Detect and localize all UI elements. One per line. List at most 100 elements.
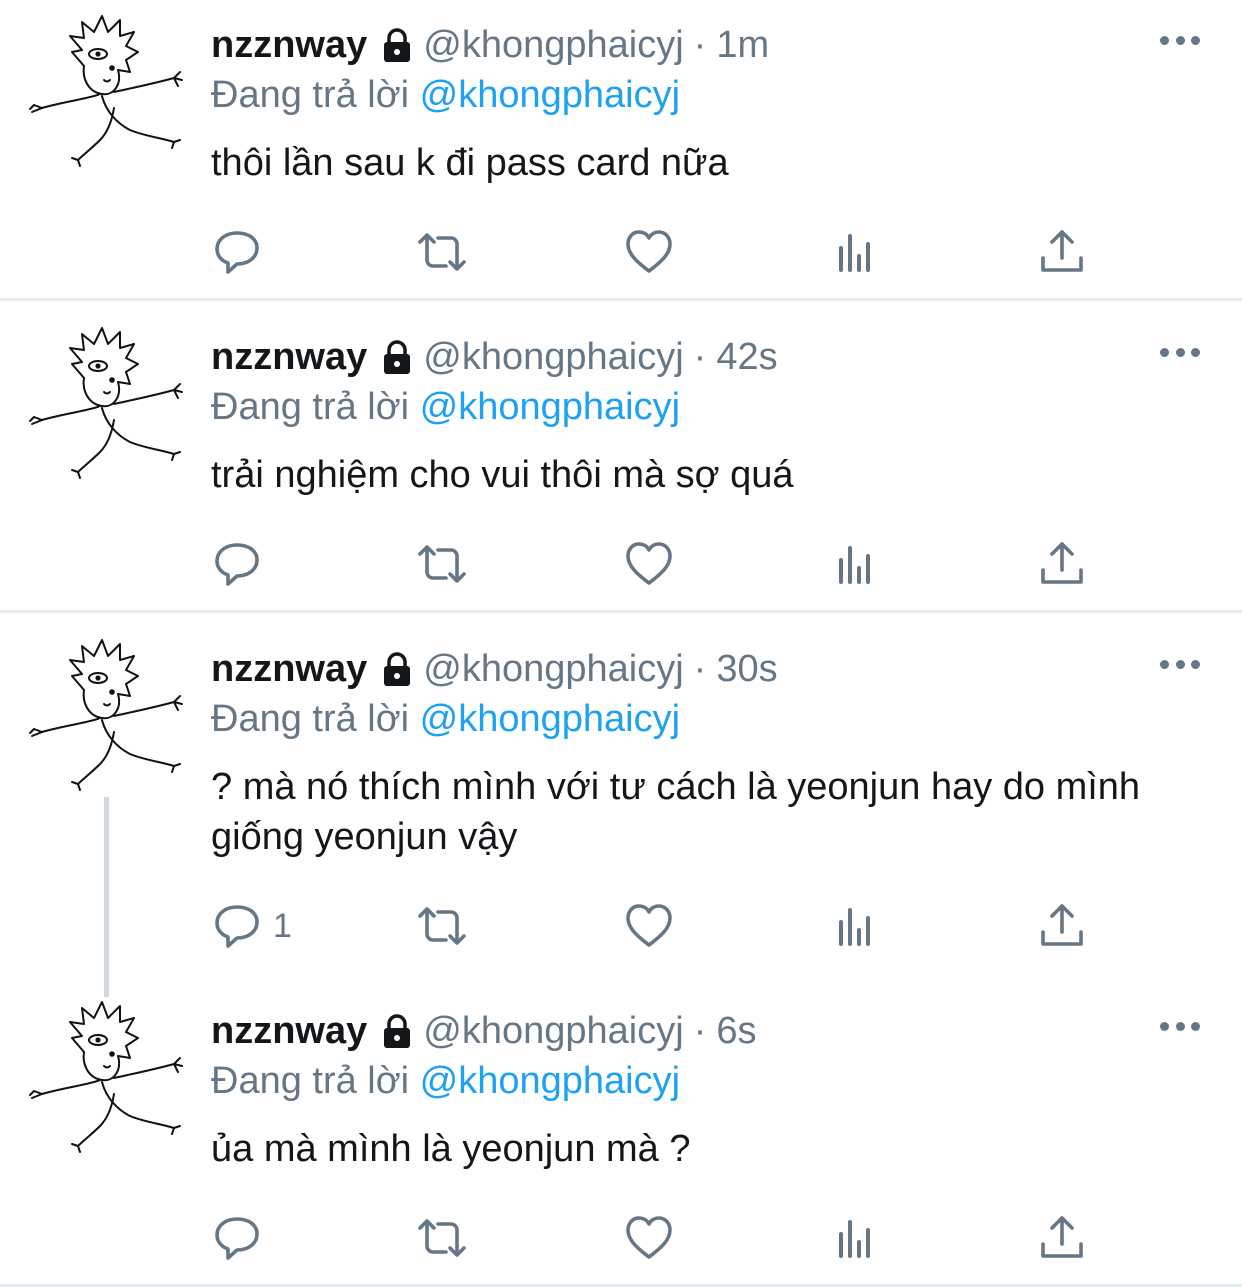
lock-icon [377,25,417,65]
action-bar [211,534,1111,594]
timestamp[interactable]: 42s [716,334,777,380]
reply-context: Đang trả lời @khongphaicyj [211,696,680,742]
reply-context: Đang trả lời @khongphaicyj [211,72,680,118]
tweet-header: nzznway @khongphaicyj · 1m [211,22,769,68]
avatar[interactable] [22,320,187,485]
analytics-button[interactable] [831,896,883,956]
handle[interactable]: @khongphaicyj [423,646,683,692]
tweet-text: ? mà nó thích mình với tư cách là yeonju… [211,766,1141,858]
reply-button[interactable] [211,1208,273,1268]
tweet[interactable]: nzznway @khongphaicyj · 42s Đang trả lời… [0,312,1242,610]
separator-dot: · [693,1010,707,1052]
action-bar [211,222,1111,282]
handle[interactable]: @khongphaicyj [423,1008,683,1054]
heart-icon [626,1216,672,1259]
tweet-text: thôi lần sau k đi pass card nữa [211,142,729,184]
separator-dot: · [693,336,707,378]
heart-icon [626,230,672,273]
reply-count: 1 [273,906,292,945]
retweet-button[interactable] [416,896,468,956]
reply-icon [215,905,259,948]
reply-button[interactable] [211,534,273,594]
display-name[interactable]: nzznway [211,1008,367,1054]
display-name[interactable]: nzznway [211,646,367,692]
share-button[interactable] [1036,1208,1088,1268]
share-button[interactable] [1036,534,1088,594]
like-button[interactable] [623,534,675,594]
timestamp[interactable]: 30s [716,646,777,692]
retweet-icon [418,907,466,945]
like-button[interactable] [623,896,675,956]
timestamp[interactable]: 1m [716,22,769,68]
tweet-text: ủa mà mình là yeonjun mà ? [211,1128,691,1170]
lock-icon [377,337,417,377]
share-button[interactable] [1036,222,1088,282]
more-icon[interactable] [1160,342,1200,362]
like-button[interactable] [623,222,675,282]
tweet-divider [0,1284,1242,1287]
reply-prefix: Đang trả lời [211,74,410,116]
retweet-button[interactable] [416,222,468,282]
tweet-header: nzznway @khongphaicyj · 6s [211,1008,756,1054]
retweet-icon [418,545,466,583]
reply-mention[interactable]: @khongphaicyj [420,698,680,740]
avatar-doodle-icon [29,1001,183,1153]
handle[interactable]: @khongphaicyj [423,334,683,380]
heart-icon [626,904,672,947]
reply-prefix: Đang trả lời [211,1060,410,1102]
action-bar: 1 [211,896,1111,956]
avatar[interactable] [22,994,187,1159]
handle[interactable]: @khongphaicyj [423,22,683,68]
share-icon [1041,542,1083,584]
tweet-text: trải nghiệm cho vui thôi mà sợ quá [211,454,794,496]
tweet-header: nzznway @khongphaicyj · 42s [211,334,778,380]
reply-button[interactable]: 1 [211,896,292,956]
heart-icon [626,542,672,585]
reply-context: Đang trả lời @khongphaicyj [211,384,680,430]
avatar[interactable] [22,8,187,173]
tweet[interactable]: nzznway @khongphaicyj · 6s Đang trả lời … [0,986,1242,1284]
tweet-divider [0,298,1242,301]
share-icon [1041,1216,1083,1258]
reply-button[interactable] [211,222,273,282]
avatar-doodle-icon [29,639,183,791]
display-name[interactable]: nzznway [211,334,367,380]
tweet[interactable]: nzznway @khongphaicyj · 1m Đang trả lời … [0,0,1242,298]
tweet-divider [0,610,1242,613]
reply-mention[interactable]: @khongphaicyj [420,1060,680,1102]
display-name[interactable]: nzznway [211,22,367,68]
like-button[interactable] [623,1208,675,1268]
avatar-doodle-icon [29,15,183,167]
reply-mention[interactable]: @khongphaicyj [420,74,680,116]
retweet-button[interactable] [416,1208,468,1268]
reply-context: Đang trả lời @khongphaicyj [211,1058,680,1104]
analytics-button[interactable] [831,222,883,282]
retweet-button[interactable] [416,534,468,594]
share-icon [1041,904,1083,946]
analytics-icon [839,546,870,584]
more-icon[interactable] [1160,30,1200,50]
reply-icon [215,1217,259,1260]
tweet[interactable]: nzznway @khongphaicyj · 30s Đang trả lời… [0,624,1242,974]
share-icon [1041,230,1083,272]
share-button[interactable] [1036,896,1088,956]
reply-mention[interactable]: @khongphaicyj [420,386,680,428]
reply-icon [215,231,259,274]
analytics-icon [839,908,870,946]
more-icon[interactable] [1160,1016,1200,1036]
analytics-icon [839,234,870,272]
reply-prefix: Đang trả lời [211,386,410,428]
reply-icon [215,543,259,586]
more-icon[interactable] [1160,654,1200,674]
analytics-button[interactable] [831,1208,883,1268]
analytics-button[interactable] [831,534,883,594]
tweet-header: nzznway @khongphaicyj · 30s [211,646,778,692]
avatar[interactable] [22,632,187,797]
timestamp[interactable]: 6s [716,1008,756,1054]
retweet-icon [418,233,466,271]
lock-icon [377,1011,417,1051]
avatar-doodle-icon [29,327,183,479]
lock-icon [377,649,417,689]
analytics-icon [839,1220,870,1258]
retweet-icon [418,1219,466,1257]
